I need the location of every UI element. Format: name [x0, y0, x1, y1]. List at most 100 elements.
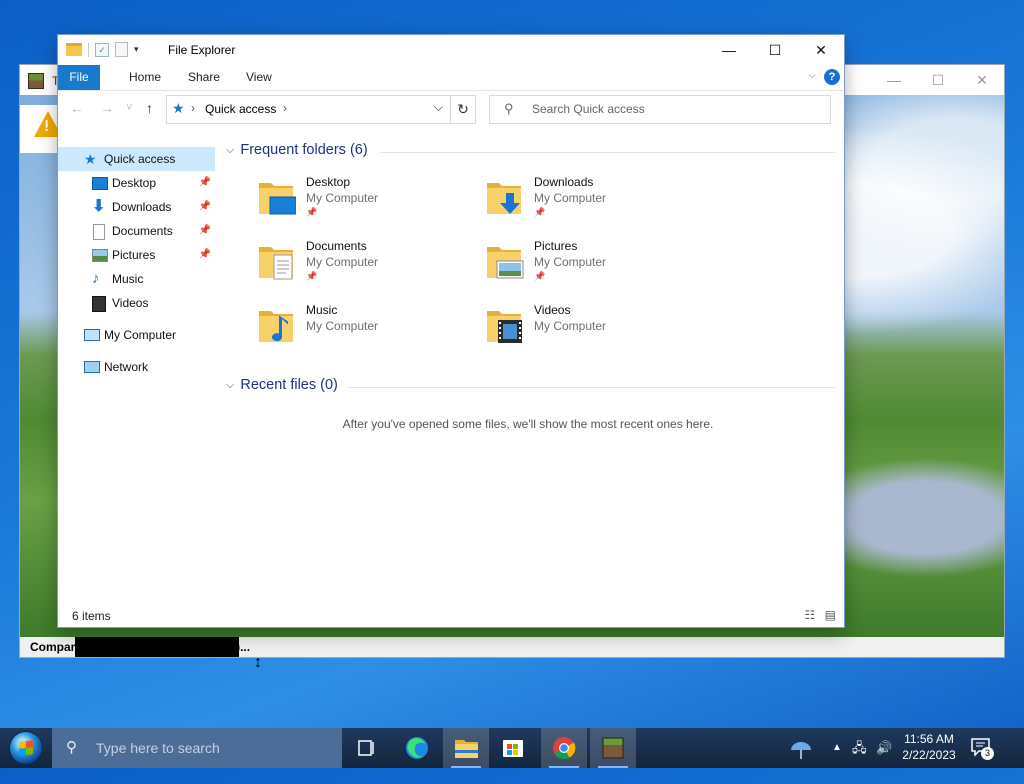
- details-view-icon[interactable]: ☷: [805, 608, 816, 622]
- explorer-titlebar: ✓ ▾ File Explorer — ☐ ✕: [58, 35, 844, 65]
- file-explorer-window: ✓ ▾ File Explorer — ☐ ✕ File Home Share …: [58, 35, 844, 627]
- help-icon[interactable]: ?: [824, 69, 840, 85]
- notification-badge: 3: [981, 747, 994, 760]
- frequent-folders-header[interactable]: ⌵ Frequent folders (6): [226, 142, 368, 158]
- network-icon: [84, 361, 100, 373]
- pin-icon[interactable]: 📌: [199, 195, 211, 219]
- close-button[interactable]: ✕: [798, 35, 844, 65]
- address-dropdown-icon[interactable]: ⌵: [434, 100, 443, 115]
- back-button[interactable]: ←: [70, 100, 84, 116]
- content-pane: ⌵ Frequent folders (6) Desktop My Compute…: [218, 135, 838, 605]
- minecraft-launcher-button[interactable]: [590, 728, 636, 768]
- videos-folder-icon: [487, 311, 522, 343]
- weather-icon[interactable]: [788, 728, 814, 768]
- new-folder-icon[interactable]: [115, 42, 128, 57]
- tab-view[interactable]: View: [234, 65, 284, 90]
- navigation-bar: ← → ˅ ↑ ★ › Quick access › ⌵ ↻ ⚲: [58, 91, 844, 127]
- sidebar-item-music[interactable]: ♪ Music: [58, 267, 215, 291]
- folder-tile-music[interactable]: Music My Computer: [258, 303, 478, 353]
- launcher-status-text: Comparing assets (may take a while)...: [30, 640, 251, 654]
- start-button[interactable]: [6, 730, 46, 766]
- search-box[interactable]: ⚲: [489, 95, 831, 124]
- breadcrumb-separator[interactable]: ›: [191, 101, 195, 115]
- chevron-down-icon: ⌵: [226, 379, 235, 391]
- launcher-close-button[interactable]: ✕: [960, 65, 1004, 95]
- tab-share[interactable]: Share: [176, 65, 232, 90]
- film-icon: [92, 296, 106, 312]
- show-hidden-icons-icon[interactable]: ▲: [832, 728, 842, 768]
- chrome-button[interactable]: [541, 728, 587, 768]
- sidebar-item-quick-access[interactable]: ★ Quick access: [58, 147, 215, 171]
- folder-tile-downloads[interactable]: Downloads My Computer 📌: [486, 175, 706, 225]
- folder-tile-videos[interactable]: Videos My Computer: [486, 303, 706, 353]
- download-arrow-icon: ⬇: [92, 198, 106, 215]
- pin-icon: 📌: [306, 271, 318, 281]
- pin-icon: 📌: [534, 207, 546, 217]
- chevron-down-icon: ⌵: [226, 144, 235, 156]
- launcher-maximize-button[interactable]: ☐: [916, 65, 960, 95]
- refresh-button[interactable]: ↻: [450, 95, 476, 124]
- downloads-folder-icon: [487, 183, 521, 214]
- picture-icon: [92, 249, 108, 262]
- minimize-button[interactable]: —: [706, 35, 752, 65]
- pin-icon[interactable]: 📌: [199, 219, 211, 243]
- up-button[interactable]: ↑: [146, 100, 153, 116]
- properties-icon[interactable]: ✓: [95, 42, 109, 57]
- action-center-button[interactable]: 3: [970, 736, 994, 760]
- recent-files-header[interactable]: ⌵ Recent files (0): [226, 377, 338, 393]
- address-bar[interactable]: ★ › Quick access › ⌵: [166, 95, 476, 124]
- windows-logo-icon: [10, 732, 42, 764]
- warning-icon: !: [20, 105, 62, 153]
- taskbar-search-input[interactable]: [94, 739, 328, 757]
- quick-access-star-icon: ★: [172, 100, 185, 116]
- customize-toolbar-icon[interactable]: ▾: [134, 44, 139, 55]
- taskbar-search[interactable]: ⚲: [52, 728, 342, 768]
- resize-cursor-icon: ↕: [254, 654, 262, 671]
- search-icon: ⚲: [504, 101, 514, 116]
- edge-button[interactable]: [394, 728, 440, 768]
- forward-button[interactable]: →: [100, 100, 114, 116]
- grass-block-icon: [28, 73, 44, 89]
- breadcrumb-separator[interactable]: ›: [283, 101, 287, 115]
- sidebar-item-my-computer[interactable]: My Computer: [58, 323, 215, 347]
- computer-icon: [84, 329, 100, 341]
- pin-icon: 📌: [306, 207, 318, 217]
- expand-ribbon-icon[interactable]: ⌵: [808, 70, 816, 81]
- window-title: File Explorer: [168, 43, 236, 57]
- edge-icon: [406, 737, 428, 759]
- folder-tile-desktop[interactable]: Desktop My Computer 📌: [258, 175, 478, 225]
- sidebar-item-downloads[interactable]: ⬇ Downloads 📌: [58, 195, 215, 219]
- file-explorer-taskbar-button[interactable]: [443, 728, 489, 768]
- sidebar-item-videos[interactable]: Videos: [58, 291, 215, 315]
- task-view-icon: [358, 740, 374, 756]
- store-button[interactable]: [490, 728, 536, 768]
- search-input[interactable]: [530, 101, 814, 117]
- search-icon: ⚲: [66, 739, 77, 756]
- large-icons-view-icon[interactable]: ▤: [825, 608, 836, 622]
- launcher-statusbar: Comparing assets (may take a while)...: [20, 637, 1004, 657]
- sidebar-item-pictures[interactable]: Pictures 📌: [58, 243, 215, 267]
- recent-locations-button[interactable]: ˅: [126, 102, 132, 114]
- tab-file[interactable]: File: [58, 65, 100, 90]
- launcher-minimize-button[interactable]: —: [872, 65, 916, 95]
- item-count: 6 items: [72, 609, 111, 623]
- pin-icon[interactable]: 📌: [199, 243, 211, 267]
- sidebar-item-network[interactable]: Network: [58, 355, 215, 379]
- documents-folder-icon: [259, 247, 293, 280]
- volume-icon[interactable]: 🔊: [876, 728, 892, 768]
- breadcrumb-quick-access[interactable]: Quick access: [205, 102, 276, 116]
- sidebar-item-desktop[interactable]: Desktop 📌: [58, 171, 215, 195]
- pin-icon[interactable]: 📌: [199, 171, 211, 195]
- system-clock[interactable]: 11:56 AM 2/22/2023: [896, 731, 962, 763]
- folder-tile-documents[interactable]: Documents My Computer 📌: [258, 239, 478, 289]
- chrome-icon: [553, 737, 576, 759]
- recent-files-empty-message: After you've opened some files, we'll sh…: [342, 417, 714, 431]
- network-tray-icon[interactable]: 🖧: [852, 728, 867, 768]
- folder-tile-pictures[interactable]: Pictures My Computer 📌: [486, 239, 706, 289]
- document-icon: [93, 224, 105, 240]
- desktop-icon: [92, 177, 108, 190]
- maximize-button[interactable]: ☐: [752, 35, 798, 65]
- tab-home[interactable]: Home: [117, 65, 173, 90]
- task-view-button[interactable]: [343, 728, 389, 768]
- sidebar-item-documents[interactable]: Documents 📌: [58, 219, 215, 243]
